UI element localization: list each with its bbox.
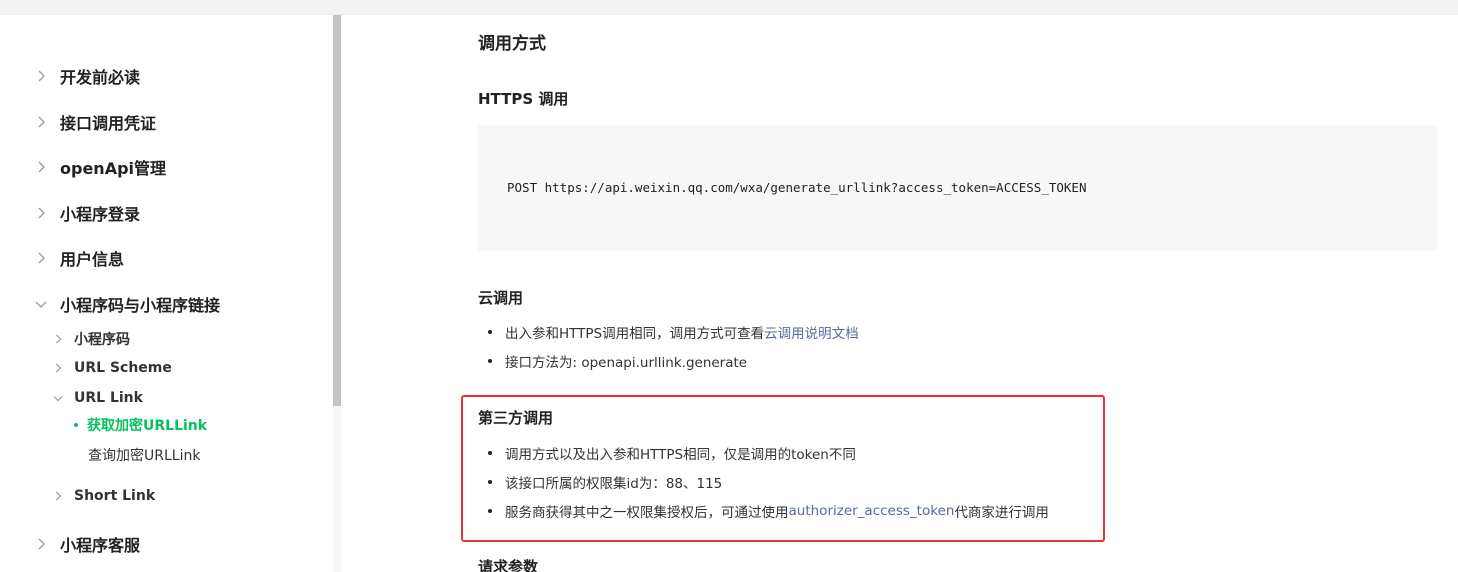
sidebar-item-openapi[interactable]: openApi管理 [34,155,166,179]
sidebar-leaf-query-urllink[interactable]: 查询加密URLLink [88,444,200,466]
chevron-right-icon [34,115,48,129]
sidebar-item-qrcode-link[interactable]: 小程序码与小程序链接 [34,292,220,316]
chevron-right-icon [52,490,64,502]
bullet-text: 调用方式以及出入参和HTTPS相同，仅是调用的token不同 [505,447,856,463]
chevron-right-icon [34,160,48,174]
request-params-heading: 请求参数 [478,558,539,572]
code-block: POST https://api.weixin.qq.com/wxa/gener… [478,125,1437,251]
list-item: 接口方法为: openapi.urllink.generate [488,351,747,371]
active-dot-icon [74,423,78,427]
bullet-text: 代商家进行调用 [954,505,1049,521]
bullet-icon [488,509,492,513]
cloud-doc-link[interactable]: 云调用说明文档 [764,322,859,342]
sidebar-item-customer-service[interactable]: 小程序客服 [34,532,140,556]
sidebar-item-label: openApi管理 [60,159,167,178]
chevron-right-icon [34,251,48,265]
page-title: 调用方式 [478,34,546,54]
sidebar-leaf-label: 获取加密URLLink [87,418,208,434]
sidebar-item-label: 小程序码与小程序链接 [60,296,221,315]
bullet-text: 服务商获得其中之一权限集授权后，可通过使用 [505,505,789,521]
authorizer-token-link[interactable]: authorizer_access_token [789,503,955,519]
chevron-down-icon [34,297,48,311]
list-item: 出入参和HTTPS调用相同，调用方式可查看 云调用说明文档 [488,322,859,342]
bullet-icon [488,451,492,455]
https-heading: HTTPS 调用 [478,90,569,108]
sidebar-item-access-token[interactable]: 接口调用凭证 [34,110,156,134]
chevron-right-icon [34,69,48,83]
cloud-heading: 云调用 [478,289,524,307]
sidebar-subitem-label: Short Link [74,488,156,504]
sidebar-subitem-url-scheme[interactable]: URL Scheme [52,357,172,379]
sidebar-subitem-label: URL Link [74,390,143,406]
chevron-right-icon [52,362,64,374]
sidebar-item-label: 用户信息 [60,250,125,269]
sidebar-subitem-label: 小程序码 [74,332,130,348]
chevron-right-icon [52,333,64,345]
sidebar-subitem-qrcode[interactable]: 小程序码 [52,328,130,350]
top-bar [0,0,1458,15]
sidebar-scrollbar-thumb[interactable] [333,15,341,406]
sidebar-item-label: 开发前必读 [60,68,141,87]
chevron-down-icon [52,392,64,404]
sidebar-leaf-get-urllink[interactable]: 获取加密URLLink [74,414,207,436]
list-item: 调用方式以及出入参和HTTPS相同，仅是调用的token不同 [488,443,856,463]
sidebar-item-user-info[interactable]: 用户信息 [34,246,124,270]
sidebar-item-label: 小程序客服 [60,536,141,555]
list-item: 该接口所属的权限集id为：88、115 [488,472,722,492]
bullet-text: 接口方法为: openapi.urllink.generate [505,355,748,371]
list-item: 服务商获得其中之一权限集授权后，可通过使用 authorizer_access_… [488,501,1049,521]
sidebar-subitem-short-link[interactable]: Short Link [52,485,155,507]
chevron-right-icon [34,206,48,220]
bullet-text: 该接口所属的权限集id为：88、115 [505,476,723,492]
sidebar-item-login[interactable]: 小程序登录 [34,201,140,225]
sidebar-item-label: 接口调用凭证 [60,114,157,133]
bullet-icon [488,359,492,363]
sidebar-item-dev-guide[interactable]: 开发前必读 [34,64,140,88]
sidebar-subitem-label: URL Scheme [74,360,172,376]
third-party-heading: 第三方调用 [478,409,554,427]
bullet-icon [488,330,492,334]
sidebar-leaf-label: 查询加密URLLink [88,448,201,464]
bullet-text: 出入参和HTTPS调用相同，调用方式可查看 [505,326,765,342]
sidebar-item-label: 小程序登录 [60,205,141,224]
chevron-right-icon [34,537,48,551]
sidebar-subitem-url-link[interactable]: URL Link [52,387,143,409]
code-text[interactable]: POST https://api.weixin.qq.com/wxa/gener… [507,180,1086,195]
bullet-icon [488,480,492,484]
